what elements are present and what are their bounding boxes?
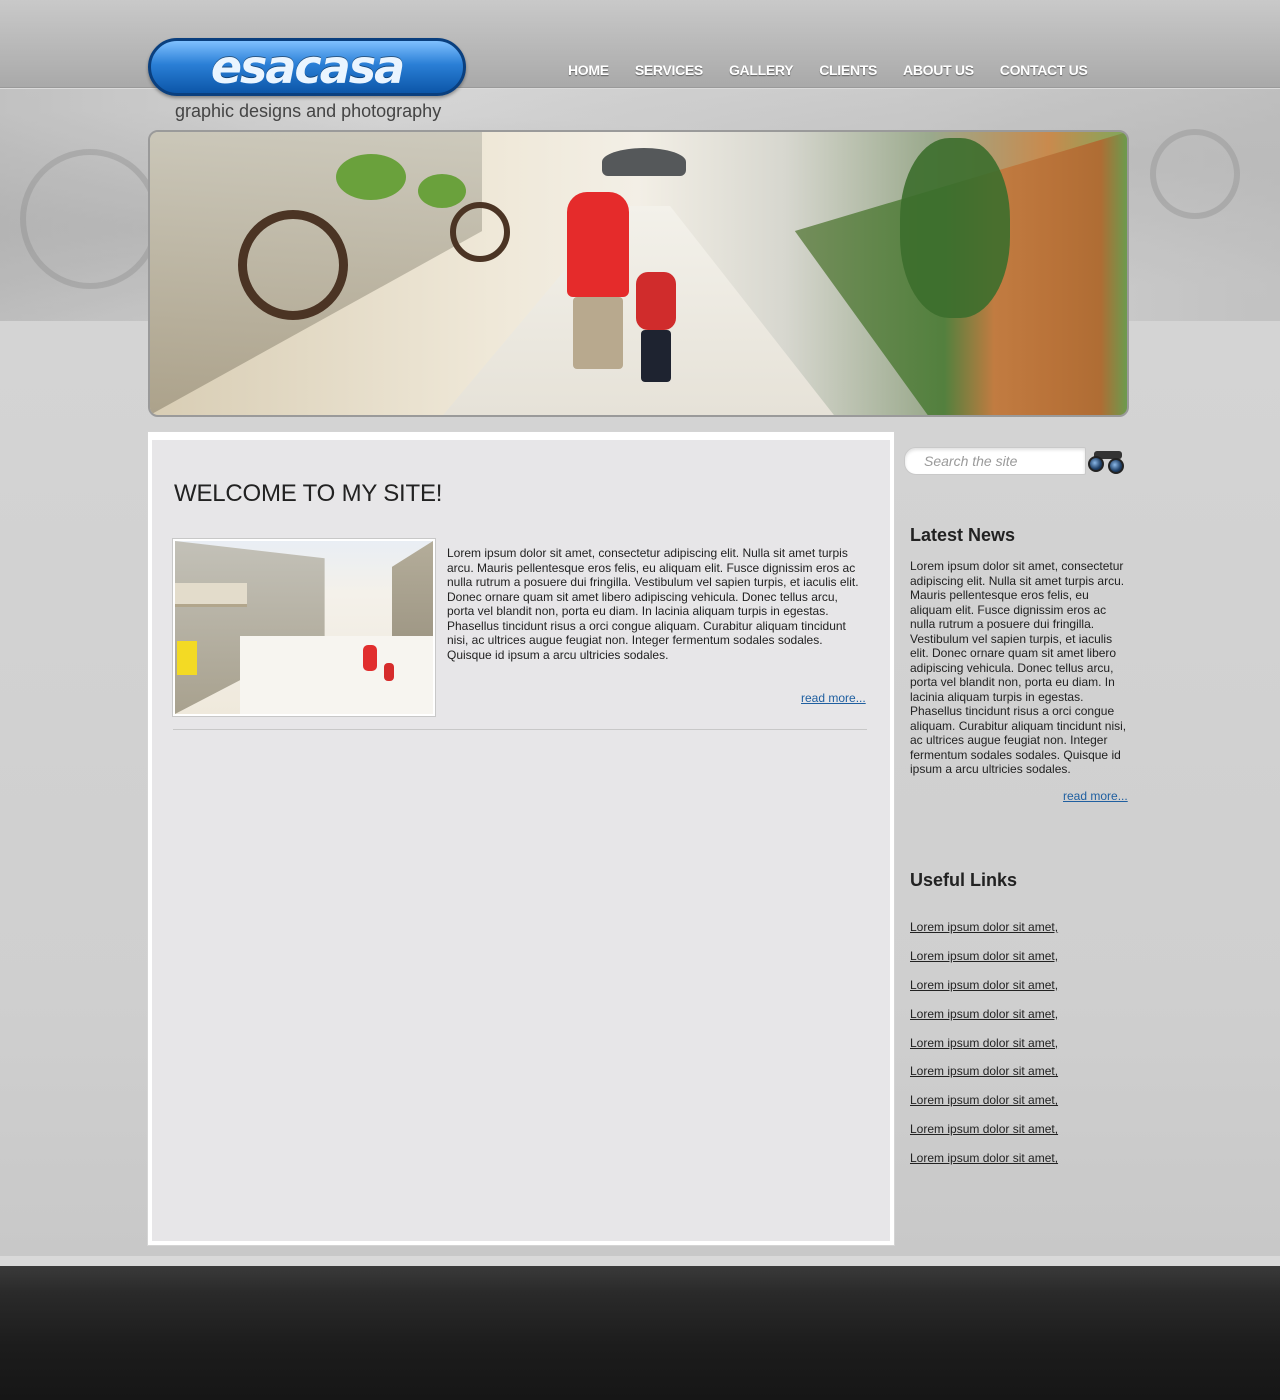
article-body: Lorem ipsum dolor sit amet, consectetur … [447,546,859,662]
nav-contact-us[interactable]: CONTACT US [1000,62,1088,84]
list-item: Lorem ipsum dolor sit amet, [910,947,1058,976]
search-input[interactable] [904,447,1086,475]
nav-clients[interactable]: CLIENTS [819,62,877,84]
main-content-panel: WELCOME TO MY SITE! Lorem ipsum dolor si… [147,431,895,1246]
useful-links-list: Lorem ipsum dolor sit amet, Lorem ipsum … [910,918,1058,1178]
list-item: Lorem ipsum dolor sit amet, [910,976,1058,1005]
article-read-more-link[interactable]: read more... [801,691,866,705]
list-item: Lorem ipsum dolor sit amet, [910,1091,1058,1120]
divider [173,729,867,730]
list-item: Lorem ipsum dolor sit amet, [910,1120,1058,1149]
nav-home[interactable]: HOME [568,62,609,84]
list-item: Lorem ipsum dolor sit amet, [910,918,1058,947]
page-footer [0,1256,1280,1400]
site-tagline: graphic designs and photography [175,101,442,121]
useful-link[interactable]: Lorem ipsum dolor sit amet, [910,920,1058,934]
main-nav: HOME SERVICES GALLERY CLIENTS ABOUT US C… [568,62,1114,84]
binoculars-icon[interactable] [1088,449,1128,475]
useful-link[interactable]: Lorem ipsum dolor sit amet, [910,1007,1058,1021]
useful-link[interactable]: Lorem ipsum dolor sit amet, [910,1122,1058,1136]
page-title: WELCOME TO MY SITE! [174,480,443,507]
nav-about-us[interactable]: ABOUT US [903,62,974,84]
hero-banner-photo [148,130,1129,417]
article-thumbnail[interactable] [173,539,435,716]
useful-link[interactable]: Lorem ipsum dolor sit amet, [910,1064,1058,1078]
latest-news-body: Lorem ipsum dolor sit amet, consectetur … [910,559,1127,776]
latest-news-heading: Latest News [910,525,1016,545]
list-item: Lorem ipsum dolor sit amet, [910,1005,1058,1034]
news-read-more-link[interactable]: read more... [1063,789,1128,803]
list-item: Lorem ipsum dolor sit amet, [910,1034,1058,1063]
logo-wordmark[interactable]: esacasa [148,38,466,96]
nav-services[interactable]: SERVICES [635,62,703,84]
list-item: Lorem ipsum dolor sit amet, [910,1062,1058,1091]
list-item: Lorem ipsum dolor sit amet, [910,1149,1058,1178]
site-logo[interactable]: esacasa [148,38,468,100]
useful-link[interactable]: Lorem ipsum dolor sit amet, [910,1093,1058,1107]
useful-link[interactable]: Lorem ipsum dolor sit amet, [910,978,1058,992]
nav-gallery[interactable]: GALLERY [729,62,794,84]
useful-link[interactable]: Lorem ipsum dolor sit amet, [910,1036,1058,1050]
useful-link[interactable]: Lorem ipsum dolor sit amet, [910,949,1058,963]
useful-link[interactable]: Lorem ipsum dolor sit amet, [910,1151,1058,1165]
useful-links-heading: Useful Links [910,870,1018,890]
